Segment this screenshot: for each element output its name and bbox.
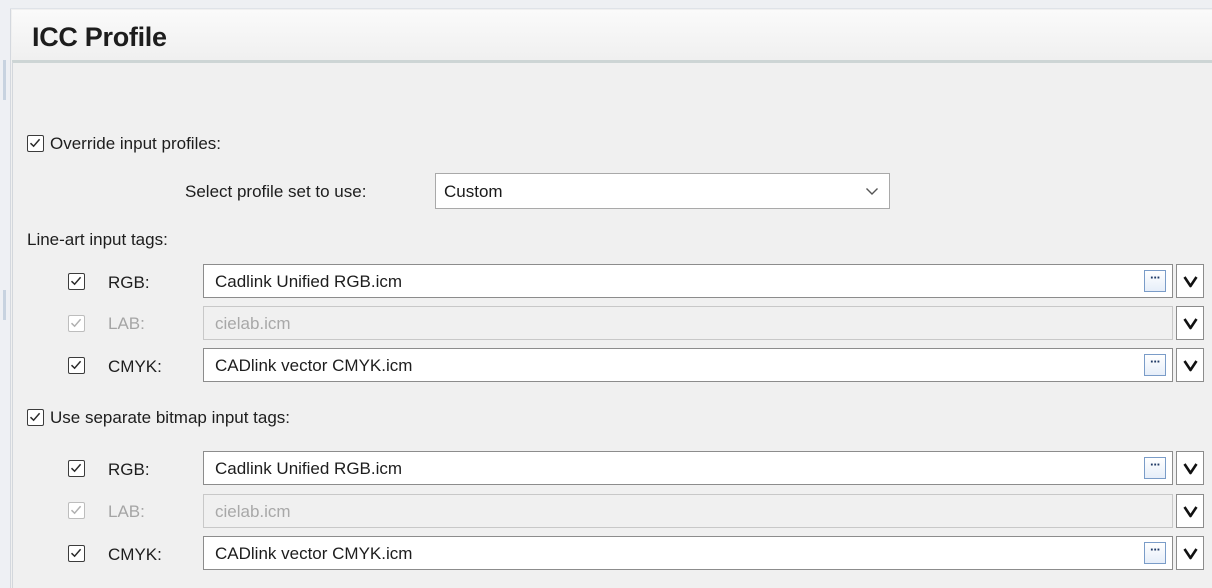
chevron-down-icon bbox=[1183, 360, 1198, 372]
ellipsis-icon: ··· bbox=[1150, 457, 1161, 472]
bitmap-checkbox[interactable] bbox=[27, 409, 44, 426]
bitmap-cmyk-checkbox[interactable] bbox=[68, 545, 85, 562]
ellipsis-icon: ··· bbox=[1150, 354, 1161, 369]
bitmap-lab-checkbox[interactable] bbox=[68, 502, 85, 519]
chevron-down-icon bbox=[1183, 276, 1198, 288]
profile-set-value: Custom bbox=[444, 182, 503, 201]
edge-marker bbox=[3, 60, 6, 100]
chevron-down-icon bbox=[1183, 548, 1198, 560]
check-icon bbox=[29, 412, 41, 422]
check-icon bbox=[70, 318, 82, 328]
check-icon bbox=[70, 360, 82, 370]
line-art-cmyk-browse-button[interactable]: ··· bbox=[1144, 354, 1166, 376]
bitmap-lab-dropdown-button[interactable] bbox=[1176, 494, 1204, 528]
bitmap-rgb-browse-button[interactable]: ··· bbox=[1144, 457, 1166, 479]
line-art-rgb-browse-button[interactable]: ··· bbox=[1144, 270, 1166, 292]
chevron-down-icon bbox=[1183, 506, 1198, 518]
page-title: ICC Profile bbox=[32, 22, 167, 52]
profile-set-select[interactable]: Custom bbox=[435, 173, 890, 209]
check-icon bbox=[29, 138, 41, 148]
edge-marker bbox=[3, 290, 6, 320]
line-art-lab-checkbox[interactable] bbox=[68, 315, 85, 332]
chevron-down-icon bbox=[866, 188, 878, 195]
left-sidebar-edge bbox=[0, 0, 11, 588]
chevron-down-icon bbox=[1183, 318, 1198, 330]
bitmap-rgb-field[interactable]: Cadlink Unified RGB.icm ··· bbox=[203, 451, 1173, 485]
line-art-heading: Line-art input tags: bbox=[27, 230, 168, 249]
chevron-down-icon bbox=[1183, 463, 1198, 475]
bitmap-lab-field[interactable]: cielab.icm bbox=[203, 494, 1173, 528]
line-art-cmyk-field[interactable]: CADlink vector CMYK.icm ··· bbox=[203, 348, 1173, 382]
bitmap-cmyk-field[interactable]: CADlink vector CMYK.icm ··· bbox=[203, 536, 1173, 570]
bitmap-cmyk-dropdown-button[interactable] bbox=[1176, 536, 1204, 570]
override-checkbox[interactable] bbox=[27, 135, 44, 152]
profile-set-label: Select profile set to use: bbox=[185, 182, 367, 201]
check-icon bbox=[70, 276, 82, 286]
line-art-cmyk-value: CADlink vector CMYK.icm bbox=[215, 356, 413, 375]
line-art-lab-dropdown-button[interactable] bbox=[1176, 306, 1204, 340]
section-header: ICC Profile bbox=[12, 10, 1212, 63]
check-icon bbox=[70, 505, 82, 515]
ellipsis-icon: ··· bbox=[1150, 270, 1161, 285]
line-art-lab-field[interactable]: cielab.icm bbox=[203, 306, 1173, 340]
line-art-rgb-value: Cadlink Unified RGB.icm bbox=[215, 272, 403, 291]
top-strip bbox=[10, 0, 1212, 9]
line-art-lab-label: LAB: bbox=[108, 314, 145, 333]
panel-border bbox=[12, 62, 13, 588]
bitmap-rgb-label: RGB: bbox=[108, 460, 150, 479]
bitmap-lab-label: LAB: bbox=[108, 502, 145, 521]
bitmap-rgb-checkbox[interactable] bbox=[68, 460, 85, 477]
bitmap-cmyk-browse-button[interactable]: ··· bbox=[1144, 542, 1166, 564]
bitmap-rgb-dropdown-button[interactable] bbox=[1176, 451, 1204, 485]
line-art-cmyk-dropdown-button[interactable] bbox=[1176, 348, 1204, 382]
line-art-lab-value: cielab.icm bbox=[215, 314, 291, 333]
bitmap-rgb-value: Cadlink Unified RGB.icm bbox=[215, 459, 403, 478]
override-label: Override input profiles: bbox=[50, 134, 222, 153]
line-art-cmyk-label: CMYK: bbox=[108, 357, 162, 376]
line-art-rgb-checkbox[interactable] bbox=[68, 273, 85, 290]
line-art-rgb-label: RGB: bbox=[108, 273, 150, 292]
check-icon bbox=[70, 463, 82, 473]
bitmap-cmyk-value: CADlink vector CMYK.icm bbox=[215, 544, 413, 563]
line-art-rgb-field[interactable]: Cadlink Unified RGB.icm ··· bbox=[203, 264, 1173, 298]
line-art-cmyk-checkbox[interactable] bbox=[68, 357, 85, 374]
ellipsis-icon: ··· bbox=[1150, 542, 1161, 557]
check-icon bbox=[70, 548, 82, 558]
line-art-rgb-dropdown-button[interactable] bbox=[1176, 264, 1204, 298]
bitmap-lab-value: cielab.icm bbox=[215, 502, 291, 521]
bitmap-label: Use separate bitmap input tags: bbox=[50, 408, 291, 427]
bitmap-cmyk-label: CMYK: bbox=[108, 545, 162, 564]
